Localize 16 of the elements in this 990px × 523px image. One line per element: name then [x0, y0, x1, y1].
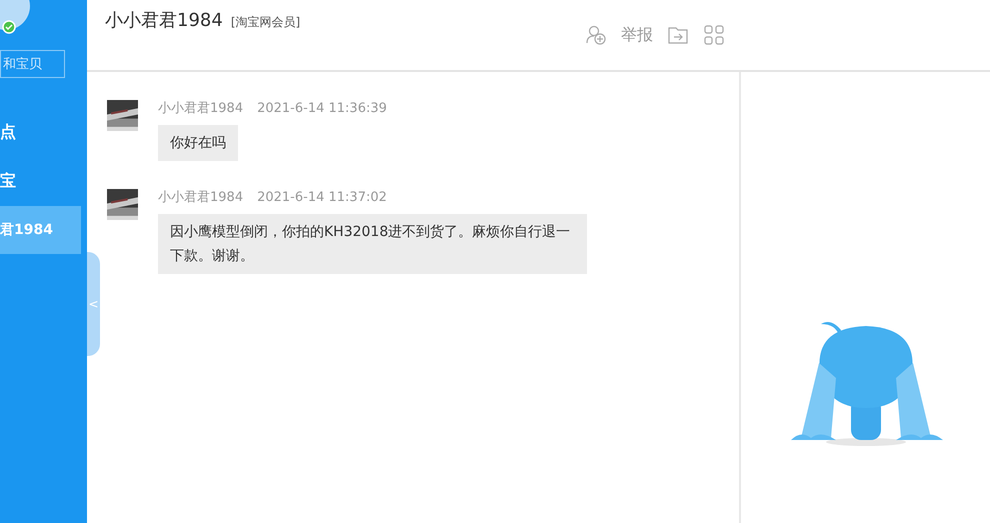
sender-name: 小小君君1984 — [158, 189, 244, 206]
sender-name: 小小君君1984 — [158, 100, 244, 117]
conversation-item[interactable]: 宝 — [0, 157, 81, 205]
collapse-toggle[interactable]: < — [87, 252, 100, 356]
conversation-item[interactable]: 君1984 — [0, 206, 81, 254]
report-link[interactable]: 举报 — [621, 24, 653, 46]
conversation-item[interactable]: 点 — [0, 108, 81, 156]
message-time: 2021-6-14 11:37:02 — [257, 190, 387, 204]
add-user-icon[interactable] — [585, 24, 607, 46]
message-bubble: 因小鹰模型倒闭，你拍的KH32018进不到货了。麻烦你自行退一下款。谢谢。 — [158, 214, 587, 274]
message-time: 2021-6-14 11:36:39 — [257, 100, 387, 116]
grid-icon[interactable] — [703, 24, 725, 46]
message-bubble: 你好在吗 — [158, 125, 238, 161]
contact-name: 小小君君1984 — [105, 9, 223, 32]
member-tag: [淘宝网会员] — [230, 14, 300, 31]
search-field[interactable]: 和宝贝 — [0, 50, 65, 78]
